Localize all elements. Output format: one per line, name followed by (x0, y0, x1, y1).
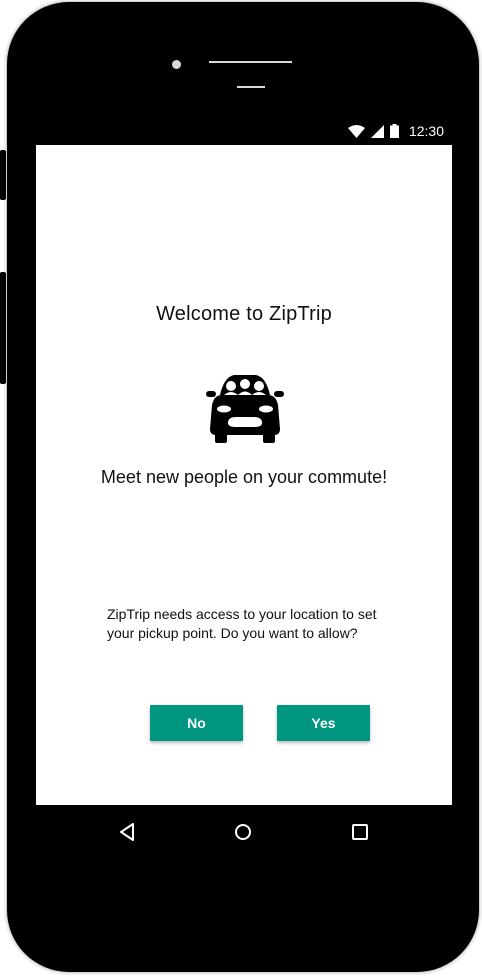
welcome-title: Welcome to ZipTrip (156, 303, 332, 325)
battery-icon (389, 124, 399, 138)
car-icon (206, 375, 284, 443)
earpiece-speaker (209, 61, 292, 63)
proximity-sensor (237, 86, 265, 88)
tagline: Meet new people on your commute! (100, 467, 388, 487)
recents-icon[interactable] (349, 821, 371, 843)
yes-button[interactable]: Yes (277, 705, 370, 741)
volume-button (0, 150, 6, 200)
app-screen: Welcome to ZipTrip Meet new people on yo… (36, 145, 452, 805)
back-icon[interactable] (116, 821, 138, 843)
status-bar: 12:30 (36, 118, 452, 144)
wifi-icon (347, 124, 365, 138)
signal-icon (370, 124, 384, 138)
navigation-bar (36, 806, 452, 856)
location-permission-text: ZipTrip needs access to your location to… (107, 606, 377, 641)
no-button[interactable]: No (150, 705, 243, 741)
home-icon[interactable] (232, 821, 254, 843)
front-camera (172, 60, 181, 69)
power-button (0, 272, 6, 384)
status-time: 12:30 (408, 123, 444, 139)
